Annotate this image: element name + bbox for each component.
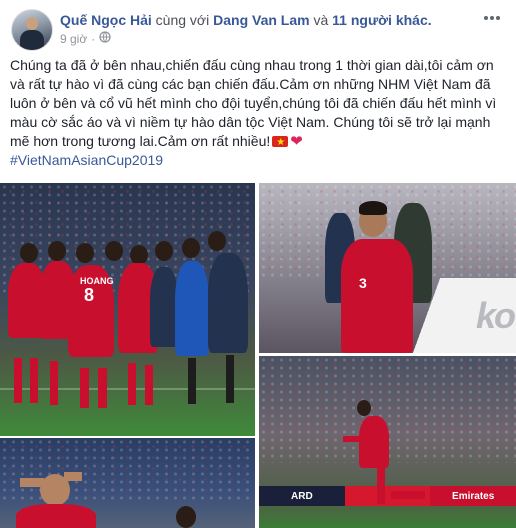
player-body [150,267,178,347]
photo-player-celebrating[interactable]: ko 3 [259,183,516,353]
player-leg [128,363,136,405]
player-leg [377,464,385,504]
post-text: Chúng ta đã ở bên nhau,chiến đấu cùng nh… [10,56,510,170]
player-leg [188,358,196,404]
others-link[interactable]: 11 người khác. [332,12,431,28]
ad-board-row: ARD Emirates [259,486,516,506]
globe-icon-svg [99,31,111,43]
and-text: và [309,12,333,28]
crowd-background [0,438,255,501]
ad-board-text: ARD [259,486,345,506]
player-head [105,241,123,261]
player-body [208,253,248,353]
globe-icon[interactable] [99,31,111,46]
player-leg [14,358,22,403]
player-leg [98,368,107,408]
player-leg [145,365,153,405]
player-leg [226,355,234,403]
photo-player-despair[interactable] [0,438,255,528]
tagged-user[interactable]: Dang Van Lam [213,12,309,28]
player-arm [343,436,361,442]
more-options-icon[interactable] [484,12,500,24]
player-arm [64,472,82,481]
with-text: cùng với [151,12,214,28]
more-dot [490,16,494,20]
player-leg [50,361,58,405]
more-dot [484,16,488,20]
post-meta: 9 giờ · [60,31,111,46]
player-head [182,238,200,258]
author-name[interactable]: Quế Ngọc Hải [60,12,152,28]
jersey-number: 3 [359,275,367,291]
player-head [208,231,226,251]
player-arm [20,478,44,487]
player-head [20,243,38,263]
player-head [76,243,94,263]
jersey-number: 8 [84,285,95,305]
player-head [48,241,66,261]
player-leg [391,491,425,499]
player-body [16,504,96,528]
post-time[interactable]: 9 giờ [60,32,87,46]
player-hair [359,201,387,215]
player-head [130,245,148,265]
facebook-post: Quế Ngọc Hải cùng với Dang Van Lam và 11… [0,0,516,528]
ad-board-text: ko [475,295,516,336]
hashtag-link[interactable]: #VietNamAsianCup2019 [10,151,510,170]
post-body: Chúng ta đã ở bên nhau,chiến đấu cùng nh… [10,57,497,149]
player-body [175,261,209,356]
avatar-body [20,30,44,50]
player-head [357,400,371,416]
photo-player-running[interactable]: ARD Emirates [259,356,516,528]
heart-icon: ❤ [290,133,303,150]
player-leg [30,358,38,403]
post-header: Quế Ngọc Hải cùng với Dang Van Lam và 11… [60,11,432,29]
player-body [341,239,413,353]
avatar-head [26,17,38,30]
player-head [155,241,173,261]
player-head [176,506,196,528]
vietnam-flag-icon [272,133,289,152]
player-body [359,416,389,468]
meta-separator: · [91,31,96,46]
more-dot [496,16,500,20]
player-leg [80,368,89,408]
avatar[interactable] [11,9,53,51]
ad-board-text: Emirates [430,486,516,506]
photo-team-huddle[interactable]: HOANG 8 [0,183,255,436]
